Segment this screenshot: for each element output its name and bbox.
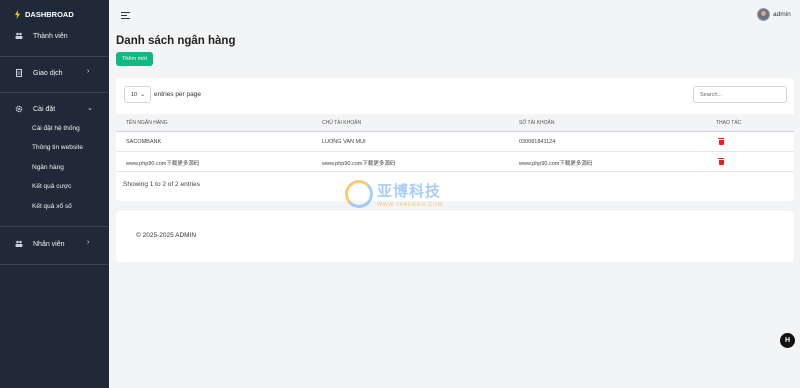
watermark-url: WWW.YABOKEJI.COM bbox=[377, 202, 443, 208]
chevron-right-icon[interactable]: › bbox=[87, 239, 89, 246]
page-length-select[interactable]: 10 ⌄ bbox=[124, 86, 151, 103]
users-icon bbox=[15, 32, 23, 40]
page-length-value: 10 bbox=[131, 91, 138, 98]
footer: © 2025-2025 ADMIN bbox=[116, 211, 794, 262]
sidebar: DASHBROAD Thành viên Giao dịch › Cài đặt… bbox=[0, 0, 109, 388]
table-card: 10 ⌄ entries per page Search... TÊN NGÂN… bbox=[116, 78, 794, 201]
avatar[interactable] bbox=[757, 8, 770, 21]
sidebar-item-label: Nhân viên bbox=[33, 240, 65, 248]
column-header[interactable]: CHỦ TÀI KHOẢN bbox=[322, 120, 361, 126]
page-length-label: entries per page bbox=[154, 91, 201, 98]
divider bbox=[0, 264, 109, 265]
sidebar-item-transactions[interactable]: Giao dịch bbox=[15, 69, 63, 77]
trash-icon[interactable] bbox=[718, 138, 724, 145]
divider bbox=[0, 56, 109, 57]
users-icon bbox=[15, 240, 23, 248]
sidebar-item-label: Thành viên bbox=[33, 32, 68, 40]
divider bbox=[0, 226, 109, 227]
topbar bbox=[109, 0, 800, 32]
watermark-logo-icon bbox=[345, 180, 373, 208]
watermark-text: 亚博科技 bbox=[377, 183, 442, 200]
table-info: Showing 1 to 2 of 2 entries bbox=[123, 181, 200, 188]
divider bbox=[0, 92, 109, 93]
watermark: 亚博科技 WWW.YABOKEJI.COM bbox=[345, 180, 455, 210]
sidebar-subitem-system-settings[interactable]: Cài đặt hệ thống bbox=[32, 125, 80, 132]
account-holder-cell: LUONG VAN MUI bbox=[322, 139, 366, 145]
floating-action-icon[interactable]: H bbox=[780, 333, 795, 348]
account-number-cell: www.php90.com下载更多源码 bbox=[519, 161, 593, 167]
add-new-button[interactable]: Thêm mới bbox=[116, 52, 153, 66]
column-header[interactable]: SỐ TÀI KHOẢN bbox=[519, 120, 554, 126]
sidebar-subitem-lottery-results[interactable]: Kết quả xổ số bbox=[32, 203, 72, 210]
sidebar-item-label: Giao dịch bbox=[33, 69, 63, 77]
column-header[interactable]: TÊN NGÂN HÀNG bbox=[126, 120, 168, 126]
bolt-icon bbox=[15, 10, 20, 19]
table-header: TÊN NGÂN HÀNG CHỦ TÀI KHOẢN SỐ TÀI KHOẢN… bbox=[116, 114, 794, 132]
chevron-down-icon[interactable]: ⌄ bbox=[87, 104, 93, 112]
account-holder-cell: www.php90.com下载更多源码 bbox=[322, 161, 396, 167]
bank-name-cell: SACOMBANK bbox=[126, 139, 162, 145]
sidebar-item-members[interactable]: Thành viên bbox=[15, 32, 68, 40]
sidebar-subitem-website-info[interactable]: Thông tin website bbox=[32, 144, 83, 151]
receipt-icon bbox=[15, 69, 23, 77]
menu-toggle-icon[interactable] bbox=[121, 12, 130, 19]
brand[interactable]: DASHBROAD bbox=[15, 10, 74, 19]
sidebar-item-label: Cài đặt bbox=[33, 105, 56, 113]
sidebar-subitem-bet-results[interactable]: Kết quả cược bbox=[32, 183, 71, 190]
brand-label: DASHBROAD bbox=[25, 10, 74, 19]
footer-text: © 2025-2025 ADMIN bbox=[136, 232, 197, 239]
chevron-right-icon[interactable]: › bbox=[87, 68, 89, 75]
trash-icon[interactable] bbox=[718, 158, 724, 165]
gear-icon bbox=[15, 105, 23, 113]
table-row: SACOMBANK LUONG VAN MUI 0300818411​24 bbox=[116, 132, 794, 152]
table-row: www.php90.com下载更多源码 www.php90.com下载更多源码 … bbox=[116, 152, 794, 172]
account-number-cell: 0300818411​24 bbox=[519, 139, 556, 145]
bank-name-cell: www.php90.com下载更多源码 bbox=[126, 161, 200, 167]
sidebar-item-settings[interactable]: Cài đặt bbox=[15, 105, 55, 113]
page-title: Danh sách ngân hàng bbox=[116, 35, 236, 47]
sidebar-subitem-banks[interactable]: Ngân hàng bbox=[32, 164, 64, 171]
search-input[interactable]: Search... bbox=[693, 86, 787, 103]
username[interactable]: admin bbox=[773, 11, 791, 18]
chevron-down-icon: ⌄ bbox=[140, 92, 146, 98]
column-header: THAO TÁC bbox=[716, 120, 742, 126]
sidebar-item-staff[interactable]: Nhân viên bbox=[15, 240, 65, 248]
